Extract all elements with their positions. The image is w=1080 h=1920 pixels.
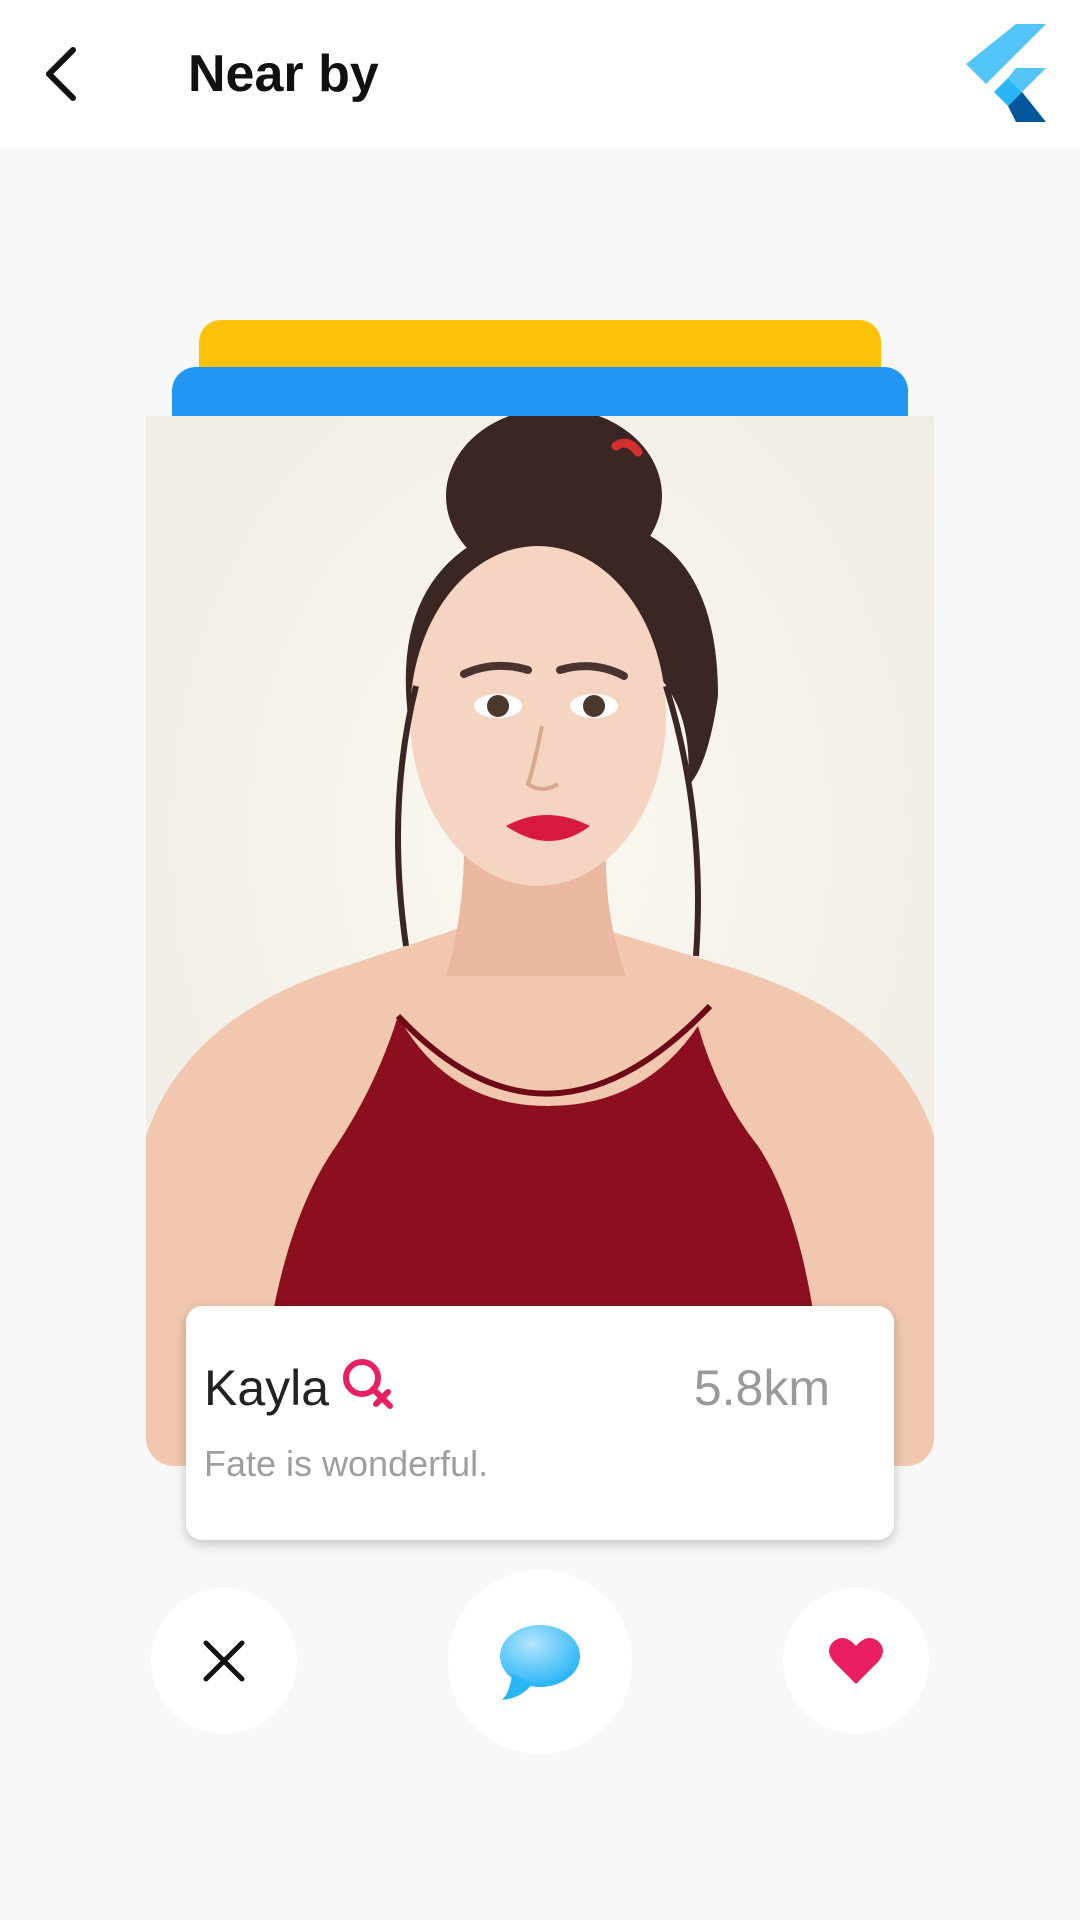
like-button[interactable] <box>783 1588 929 1734</box>
close-icon <box>203 1640 245 1682</box>
profile-info-card: Kayla 5.8km Fate is wonderful. <box>186 1306 894 1540</box>
app-bar: Near by <box>0 0 1080 147</box>
profile-bio: Fate is wonderful. <box>204 1443 489 1484</box>
back-button[interactable] <box>26 36 96 112</box>
heart-icon <box>829 1637 883 1684</box>
dislike-button[interactable] <box>151 1588 297 1734</box>
distance-label: 5.8km <box>693 1360 830 1416</box>
chevron-left-icon <box>46 47 76 101</box>
chat-bubble-icon <box>500 1625 580 1700</box>
female-symbol-icon <box>343 1359 393 1409</box>
flutter-logo <box>966 24 1046 122</box>
chat-button[interactable] <box>448 1570 632 1754</box>
page-title: Near by <box>188 45 379 103</box>
profile-name: Kayla <box>204 1360 330 1416</box>
